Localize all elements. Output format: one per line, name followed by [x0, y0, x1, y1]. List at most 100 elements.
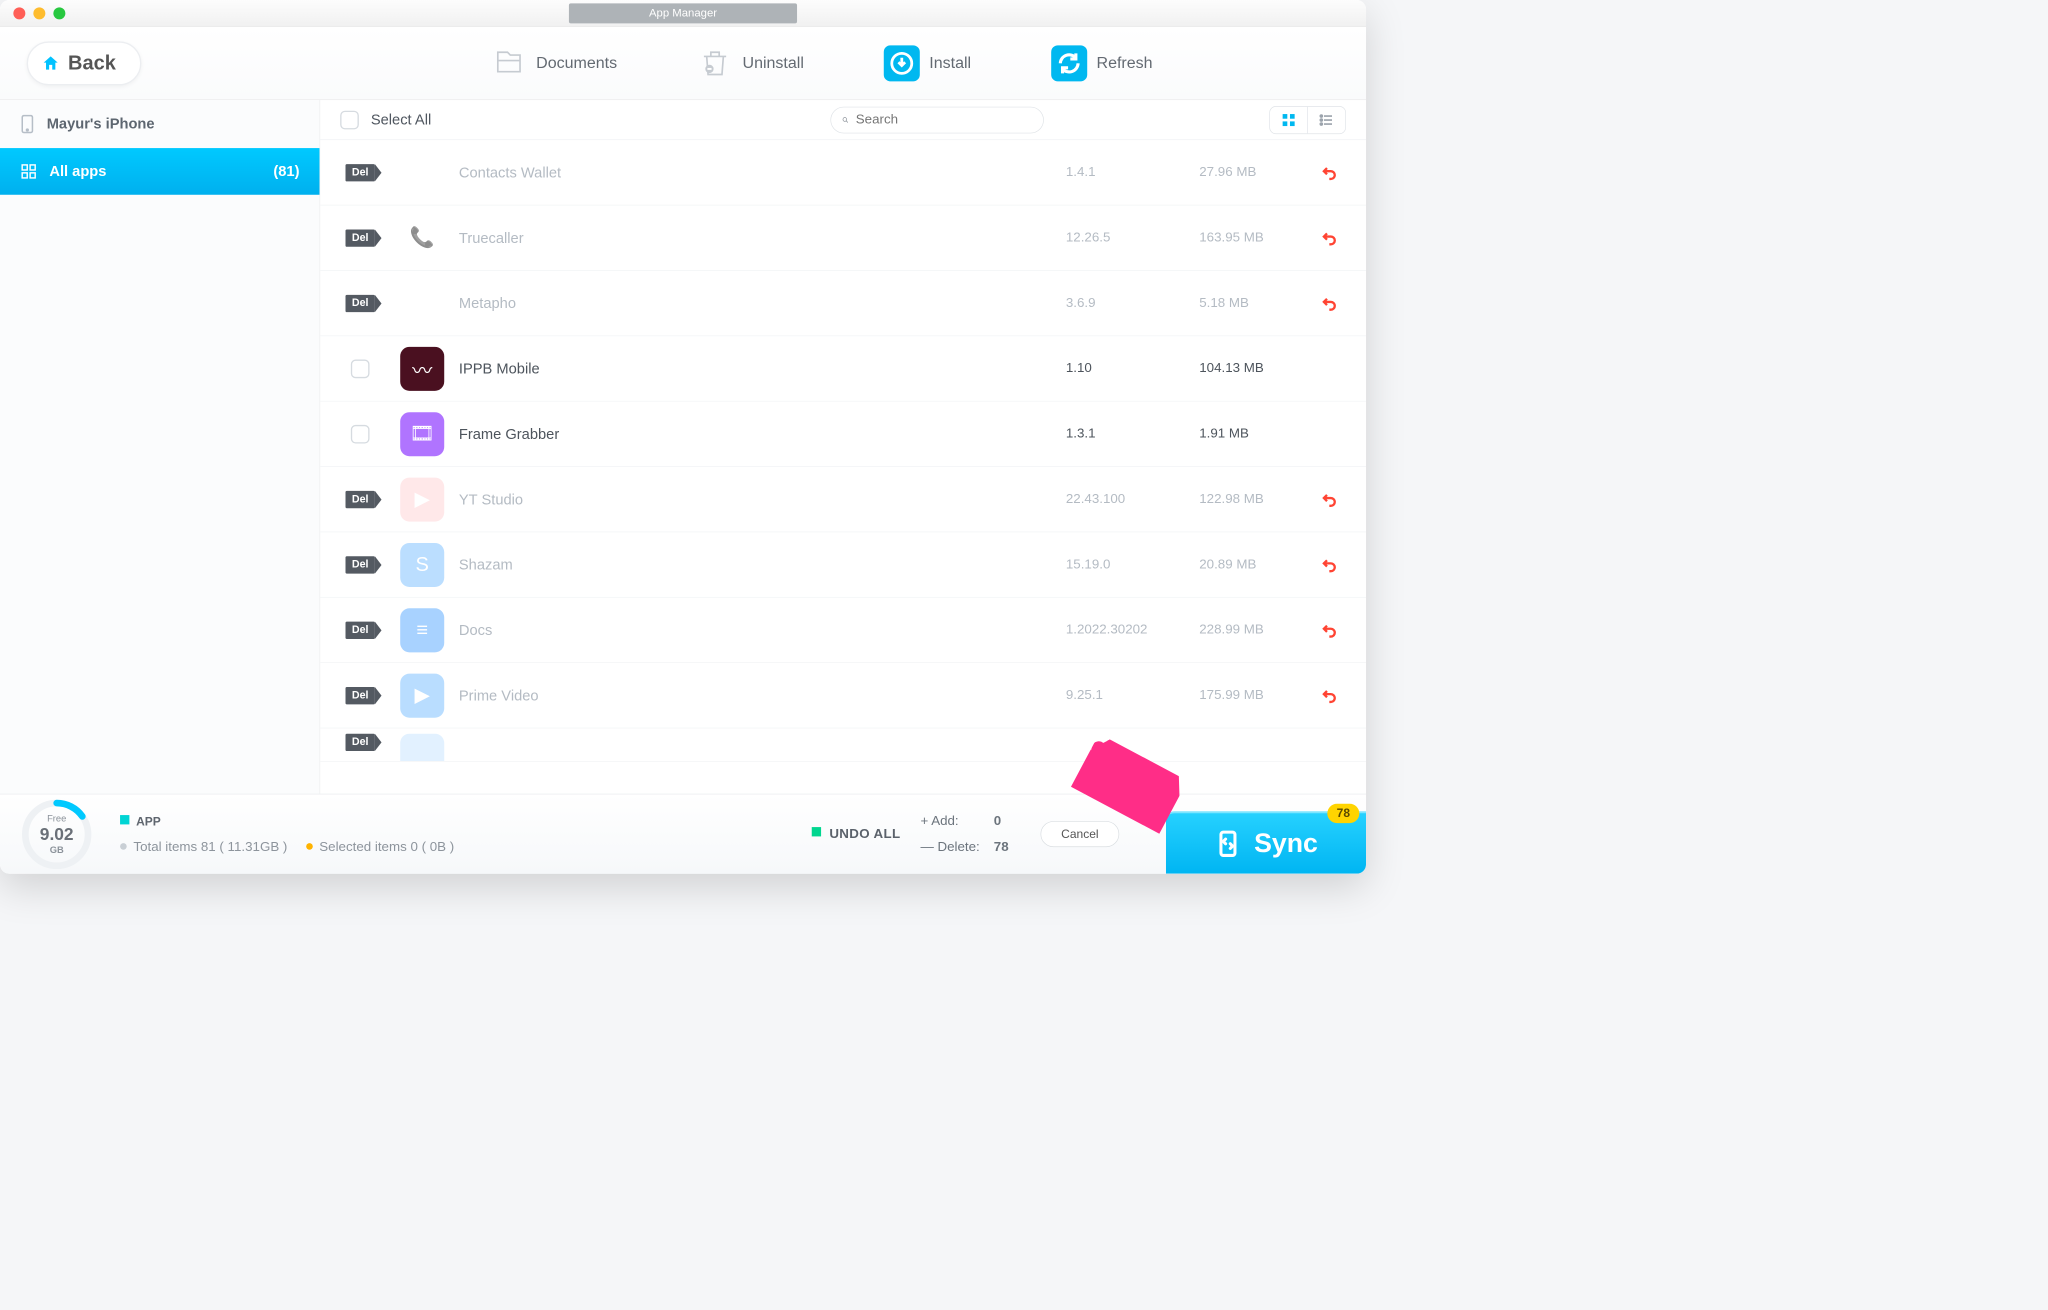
undo-icon	[1320, 228, 1339, 247]
home-icon	[41, 54, 60, 73]
category-label: All apps	[49, 163, 106, 180]
trash-icon	[697, 45, 733, 81]
list-header: Select All	[320, 100, 1366, 140]
app-size: 175.99 MB	[1199, 688, 1312, 703]
app-name: Truecaller	[459, 229, 1066, 246]
search-icon	[842, 113, 849, 126]
undo-button[interactable]	[1313, 555, 1346, 574]
app-version: 9.25.1	[1066, 688, 1199, 703]
undo-icon	[1320, 621, 1339, 640]
main-panel: Select All Del•••Contacts Wallet1.4.127.…	[320, 100, 1366, 794]
install-label: Install	[929, 54, 971, 73]
del-badge: Del	[345, 734, 375, 751]
app-name: Shazam	[459, 556, 1066, 573]
window-controls	[0, 7, 65, 19]
add-value: 0	[994, 813, 1021, 828]
delete-value: 78	[994, 839, 1021, 854]
refresh-button[interactable]: Refresh	[1051, 45, 1152, 81]
undo-icon	[1320, 686, 1339, 705]
app-icon: ≡	[400, 608, 444, 652]
sync-button[interactable]: Sync 78	[1166, 811, 1366, 874]
cancel-button[interactable]: Cancel	[1040, 821, 1119, 847]
undo-button[interactable]	[1313, 294, 1346, 313]
grid-icon	[20, 163, 37, 180]
app-size: 20.89 MB	[1199, 557, 1312, 572]
app-icon: ▶	[400, 673, 444, 717]
refresh-label: Refresh	[1097, 54, 1153, 73]
del-badge: Del	[345, 687, 375, 704]
undo-button[interactable]	[1313, 228, 1346, 247]
uninstall-button[interactable]: Uninstall	[697, 45, 804, 81]
device-name: Mayur's iPhone	[47, 115, 155, 132]
view-toggle	[1269, 106, 1346, 134]
app-version: 12.26.5	[1066, 230, 1199, 245]
select-all-checkbox[interactable]	[340, 110, 359, 129]
app-row[interactable]: Del📞Truecaller12.26.5163.95 MB	[320, 205, 1366, 270]
app-row[interactable]: 🎞Frame Grabber1.3.11.91 MB	[320, 402, 1366, 467]
app-version: 15.19.0	[1066, 557, 1199, 572]
uninstall-label: Uninstall	[743, 54, 804, 73]
window-title: App Manager	[569, 3, 797, 23]
selected-items: Selected items 0 ( 0B )	[319, 839, 454, 854]
total-items: Total items 81 ( 11.31GB )	[133, 839, 287, 854]
row-checkbox[interactable]	[351, 359, 370, 378]
install-button[interactable]: Install	[884, 45, 971, 81]
app-version: 1.4.1	[1066, 165, 1199, 180]
app-list[interactable]: Del•••Contacts Wallet1.4.127.96 MBDel📞Tr…	[320, 140, 1366, 794]
zoom-window-button[interactable]	[53, 7, 65, 19]
app-row[interactable]: Del▶YT Studio22.43.100122.98 MB	[320, 467, 1366, 532]
list-view-button[interactable]	[1308, 106, 1345, 133]
app-icon: ▶	[400, 477, 444, 521]
app-name: Frame Grabber	[459, 425, 1066, 442]
app-size: 122.98 MB	[1199, 492, 1312, 507]
back-button[interactable]: Back	[27, 41, 142, 85]
app-icon: S	[400, 543, 444, 587]
undo-all-button[interactable]: UNDO ALL	[812, 826, 900, 841]
close-window-button[interactable]	[13, 7, 25, 19]
search-box[interactable]	[830, 106, 1043, 133]
search-input[interactable]	[856, 112, 1033, 127]
download-icon	[884, 45, 920, 81]
row-checkbox[interactable]	[351, 425, 370, 444]
app-version: 22.43.100	[1066, 492, 1199, 507]
refresh-icon	[1051, 45, 1087, 81]
app-row[interactable]: DelSShazam15.19.020.89 MB	[320, 532, 1366, 597]
app-name: Metapho	[459, 294, 1066, 311]
back-label: Back	[68, 52, 116, 75]
app-category-label: APP	[136, 815, 161, 828]
footer-stats: APP Total items 81 ( 11.31GB ) Selected …	[120, 809, 454, 860]
undo-icon	[1320, 163, 1339, 182]
phone-icon	[20, 115, 35, 134]
app-row[interactable]: Del•••Contacts Wallet1.4.127.96 MB	[320, 140, 1366, 205]
app-size: 163.95 MB	[1199, 230, 1312, 245]
undo-button[interactable]	[1313, 621, 1346, 640]
del-badge: Del	[345, 621, 375, 638]
app-row[interactable]: Del≡Docs1.2022.30202228.99 MB	[320, 598, 1366, 663]
del-badge: Del	[345, 164, 375, 181]
app-size: 104.13 MB	[1199, 361, 1312, 376]
grid-view-button[interactable]	[1270, 106, 1307, 133]
app-version: 1.3.1	[1066, 426, 1199, 441]
free-value: 9.02	[40, 824, 74, 845]
undo-icon	[1320, 555, 1339, 574]
app-name: Docs	[459, 621, 1066, 638]
sidebar-item-allapps[interactable]: All apps (81)	[0, 148, 319, 195]
app-icon: ✳	[400, 281, 444, 325]
device-row[interactable]: Mayur's iPhone	[0, 100, 319, 148]
app-row[interactable]: Del▶Prime Video9.25.1175.99 MB	[320, 663, 1366, 728]
app-row[interactable]: Del✳Metapho3.6.95.18 MB	[320, 271, 1366, 336]
del-badge: Del	[345, 491, 375, 508]
app-size: 228.99 MB	[1199, 622, 1312, 637]
undo-button[interactable]	[1313, 490, 1346, 509]
minimize-window-button[interactable]	[33, 7, 45, 19]
app-row[interactable]: Del	[320, 728, 1366, 761]
undo-button[interactable]	[1313, 686, 1346, 705]
documents-button[interactable]: Documents	[491, 45, 617, 81]
sync-label: Sync	[1254, 828, 1318, 858]
undo-icon	[1320, 490, 1339, 509]
app-row[interactable]: 〰IPPB Mobile1.10104.13 MB	[320, 336, 1366, 401]
undo-button[interactable]	[1313, 163, 1346, 182]
delete-label: — Delete:	[920, 839, 987, 854]
toolbar: Back Documents Uninstall Install Refresh	[0, 27, 1366, 100]
sync-icon	[1214, 829, 1242, 857]
